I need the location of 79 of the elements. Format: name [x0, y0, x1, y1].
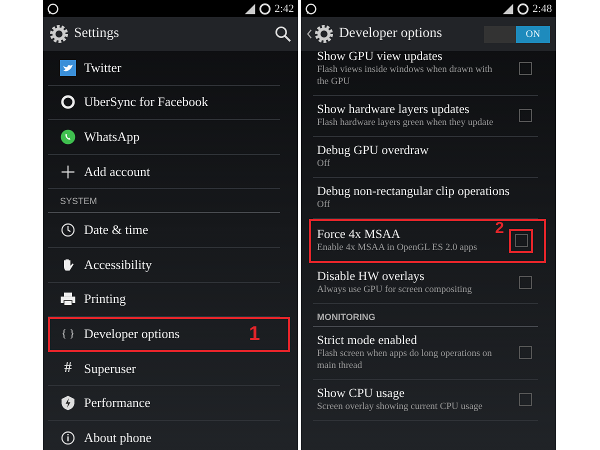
printer-icon [60, 291, 76, 308]
option-summary: Screen overlay showing current CPU usage [317, 401, 482, 413]
search-icon[interactable] [274, 25, 292, 43]
option-summary: Flash screen when apps do long operations on main thread [317, 348, 493, 372]
item-label: Twitter [84, 60, 122, 76]
option-title: Disable HW overlays [317, 269, 424, 284]
callout-number: 1 [248, 323, 260, 346]
option-title: Debug non-rectangular clip operations [317, 184, 510, 199]
option-title: Debug GPU overdraw [317, 143, 429, 158]
settings-item[interactable]: WhatsApp [48, 120, 280, 155]
item-label: WhatsApp [84, 128, 140, 145]
option-title: Force 4x MSAA [317, 227, 400, 242]
bolt-icon [60, 395, 76, 412]
item-label: Accessibility [84, 256, 152, 273]
back-caret-icon[interactable] [307, 29, 312, 39]
ring-icon [60, 94, 76, 110]
item-label: Date & time [84, 222, 148, 238]
option-row[interactable]: Show CPU usage Screen overlay showing current CPU usage [313, 380, 538, 421]
item-label: About phone [84, 430, 152, 446]
bird-icon [60, 60, 76, 76]
item-label: Add account [84, 164, 150, 180]
section-header: MONITORING [313, 304, 538, 327]
option-row[interactable]: Show hardware layers updates Flash hardware layers green when they update [313, 96, 538, 137]
checkbox[interactable] [518, 62, 532, 75]
settings-item[interactable]: Accessibility [48, 248, 280, 283]
screen-title: Developer options [339, 26, 442, 42]
settings-item[interactable]: Add account [48, 154, 280, 190]
status-time: 2:48 [532, 2, 552, 14]
gear-icon [314, 24, 334, 44]
option-row[interactable]: Disable HW overlays Always use GPU for screen compositing [313, 263, 538, 304]
settings-item[interactable]: Performance [48, 386, 280, 421]
screen-title: Settings [74, 26, 120, 42]
option-title: Show GPU view updates [317, 49, 442, 64]
option-row[interactable]: Show GPU view updates Flash views inside windows when drawn with the GPU [313, 43, 538, 96]
checkbox[interactable] [518, 346, 532, 359]
switch-thumb: ON [516, 26, 550, 42]
settings-item[interactable]: { } Developer options 1 [48, 317, 290, 352]
section-header: SYSTEM [48, 189, 280, 214]
clock-icon [60, 222, 76, 238]
checkbox[interactable] [518, 276, 532, 289]
signal-icon [244, 2, 256, 14]
option-summary: Off [317, 199, 330, 211]
option-title: Show hardware layers updates [317, 102, 470, 117]
signal-icon [502, 2, 514, 14]
chat-bubble-icon [47, 2, 59, 14]
checkbox[interactable] [514, 234, 528, 247]
phone-bubble-icon [60, 128, 76, 145]
settings-item[interactable]: About phone [48, 420, 280, 450]
gear-icon [49, 24, 69, 44]
option-row[interactable]: Debug GPU overdraw Off [313, 137, 538, 178]
item-label: UberSync for Facebook [84, 94, 208, 110]
settings-item[interactable]: Twitter [48, 51, 280, 86]
settings-item[interactable]: UberSync for Facebook [48, 86, 280, 120]
item-label: Printing [84, 291, 126, 308]
option-title: Show CPU usage [317, 386, 405, 401]
plus-icon [60, 164, 76, 180]
status-time: 2:42 [274, 2, 294, 14]
settings-item[interactable]: # Superuser [48, 352, 280, 386]
option-row[interactable]: Debug non-rectangular clip operations Off [313, 178, 538, 219]
option-row[interactable]: Force 4x MSAA Enable 4x MSAA in OpenGL ES 2.0 apps 2 [309, 219, 546, 263]
option-summary: Always use GPU for screen compositing [317, 284, 472, 296]
chat-bubble-icon [305, 2, 317, 14]
option-title: Strict mode enabled [317, 333, 417, 348]
option-row[interactable]: Strict mode enabled Flash screen when apps do long operations on main thread [313, 327, 538, 380]
item-label: Developer options [84, 326, 180, 342]
item-label: Performance [84, 395, 150, 412]
option-summary: Flash hardware layers green when they update [317, 117, 494, 129]
callout-number: 2 [495, 221, 504, 237]
item-label: Superuser [84, 360, 136, 377]
settings-item[interactable]: Date & time [48, 213, 280, 248]
settings-item[interactable]: Printing [48, 282, 280, 318]
checkbox[interactable] [518, 109, 532, 122]
hash-icon: # [60, 360, 76, 378]
checkbox[interactable] [518, 393, 532, 406]
braces-icon: { } [60, 328, 76, 340]
info-icon [60, 430, 76, 446]
option-summary: Enable 4x MSAA in OpenGL ES 2.0 apps [317, 242, 478, 254]
option-summary: Off [317, 158, 330, 170]
option-summary: Flash views inside windows when drawn with the GPU [317, 64, 494, 88]
